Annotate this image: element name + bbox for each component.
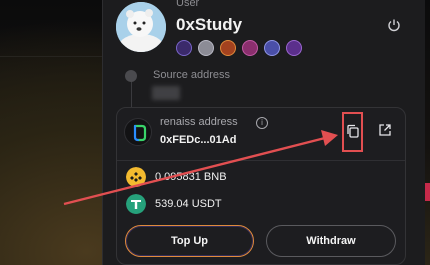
usdt-icon bbox=[126, 194, 146, 214]
annotation-highlight-box bbox=[342, 112, 363, 152]
card-divider bbox=[117, 160, 405, 161]
badge-icon bbox=[242, 40, 258, 56]
achievement-badges bbox=[176, 40, 302, 56]
background-divider bbox=[0, 56, 102, 57]
external-link-icon[interactable] bbox=[378, 123, 392, 137]
username: 0xStudy bbox=[176, 15, 243, 34]
badge-icon bbox=[220, 40, 236, 56]
badge-icon bbox=[264, 40, 280, 56]
source-address-label: Source address bbox=[153, 69, 231, 81]
renaiss-logo-icon bbox=[124, 118, 152, 146]
info-icon[interactable]: i bbox=[256, 117, 268, 129]
badge-icon bbox=[286, 40, 302, 56]
renaiss-address-value: 0xFEDc...01Ad bbox=[160, 134, 237, 146]
withdraw-button[interactable]: Withdraw bbox=[266, 225, 396, 257]
user-label: User bbox=[176, 0, 200, 9]
top-up-button[interactable]: Top Up bbox=[125, 225, 254, 257]
badge-icon bbox=[198, 40, 214, 56]
timeline-dot bbox=[125, 70, 137, 82]
source-address-redacted bbox=[152, 86, 180, 100]
usdt-balance: 539.04 USDT bbox=[155, 198, 222, 210]
bnb-icon bbox=[126, 167, 146, 187]
renaiss-address-label: renaiss address bbox=[160, 116, 238, 128]
badge-icon bbox=[176, 40, 192, 56]
user-avatar bbox=[116, 2, 166, 52]
timeline-line bbox=[131, 82, 132, 108]
power-icon[interactable] bbox=[386, 17, 402, 33]
bnb-balance: 0.095831 BNB bbox=[155, 171, 227, 183]
